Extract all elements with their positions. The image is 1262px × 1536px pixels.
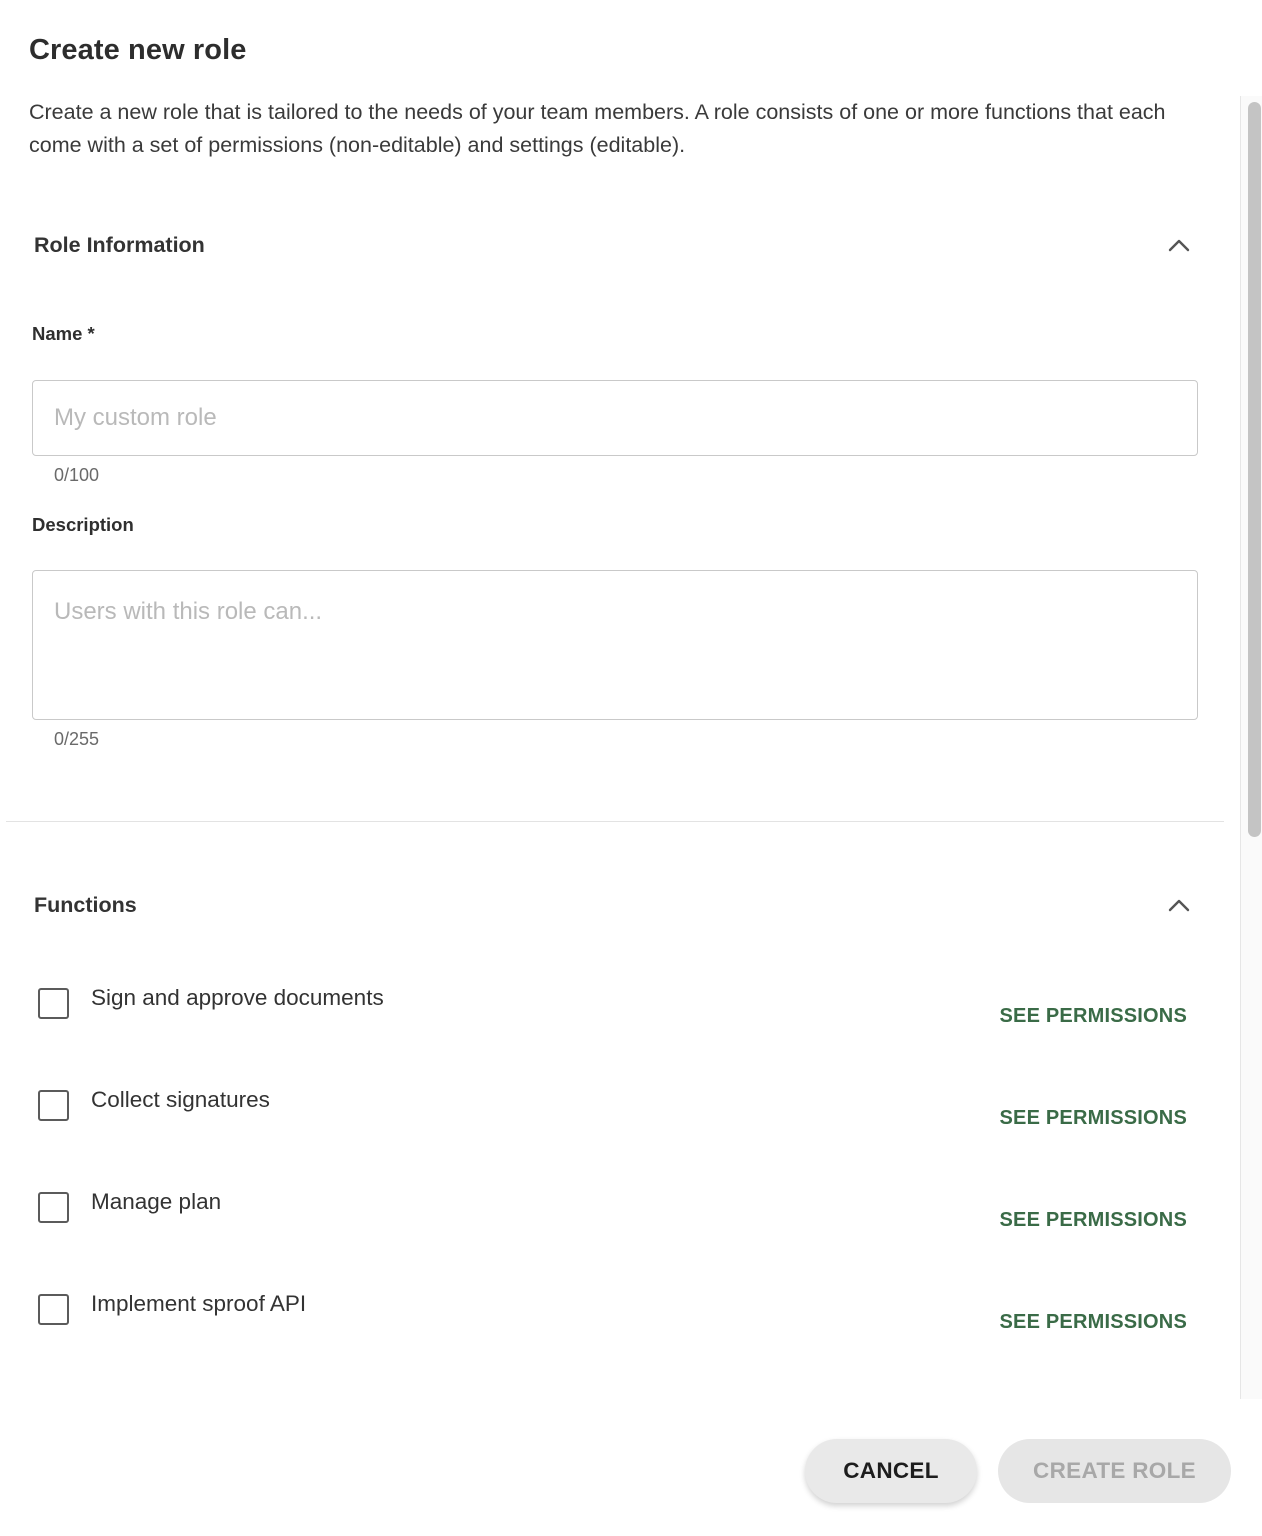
see-permissions-link[interactable]: SEE PERMISSIONS: [1000, 1311, 1188, 1334]
dialog-scroll-area[interactable]: Create a new role that is tailored to th…: [0, 96, 1240, 1399]
checkbox-collect-signatures[interactable]: [38, 1090, 69, 1121]
chevron-up-icon[interactable]: [1164, 230, 1194, 260]
name-input[interactable]: [32, 380, 1198, 456]
name-label: Name *: [32, 323, 95, 344]
cancel-button[interactable]: CANCEL: [805, 1439, 977, 1503]
scrollbar-thumb[interactable]: [1248, 102, 1261, 837]
section-divider: [6, 821, 1224, 822]
see-permissions-link[interactable]: SEE PERMISSIONS: [1000, 1005, 1188, 1028]
function-row-collect-signatures: Collect signatures SEE PERMISSIONS: [38, 1087, 1190, 1170]
function-row-sign-approve: Sign and approve documents SEE PERMISSIO…: [38, 985, 1190, 1068]
see-permissions-link[interactable]: SEE PERMISSIONS: [1000, 1209, 1188, 1232]
functions-title: Functions: [34, 892, 137, 917]
checkbox-implement-api[interactable]: [38, 1294, 69, 1325]
function-label: Implement sproof API: [91, 1291, 307, 1316]
functions-header[interactable]: Functions: [34, 885, 1194, 925]
dialog-title: Create new role: [29, 34, 247, 66]
function-row-manage-plan: Manage plan SEE PERMISSIONS: [38, 1189, 1190, 1272]
dialog-intro: Create a new role that is tailored to th…: [29, 100, 1166, 157]
chevron-up-icon[interactable]: [1164, 890, 1194, 920]
function-label: Collect signatures: [91, 1087, 270, 1112]
scrollbar[interactable]: [1240, 96, 1262, 1399]
name-counter: 0/100: [54, 465, 100, 485]
role-information-title: Role Information: [34, 232, 205, 257]
description-counter: 0/255: [54, 729, 100, 749]
dialog-footer: CANCEL CREATE ROLE: [0, 1399, 1262, 1536]
see-permissions-link[interactable]: SEE PERMISSIONS: [1000, 1107, 1188, 1130]
create-role-button[interactable]: CREATE ROLE: [998, 1439, 1231, 1503]
function-label: Manage plan: [91, 1189, 222, 1214]
checkbox-sign-approve[interactable]: [38, 988, 69, 1019]
function-row-implement-api: Implement sproof API SEE PERMISSIONS: [38, 1291, 1190, 1374]
description-input[interactable]: [32, 570, 1198, 720]
function-label: Sign and approve documents: [91, 985, 384, 1010]
description-label: Description: [32, 514, 134, 535]
checkbox-manage-plan[interactable]: [38, 1192, 69, 1223]
role-information-header[interactable]: Role Information: [34, 225, 1194, 265]
